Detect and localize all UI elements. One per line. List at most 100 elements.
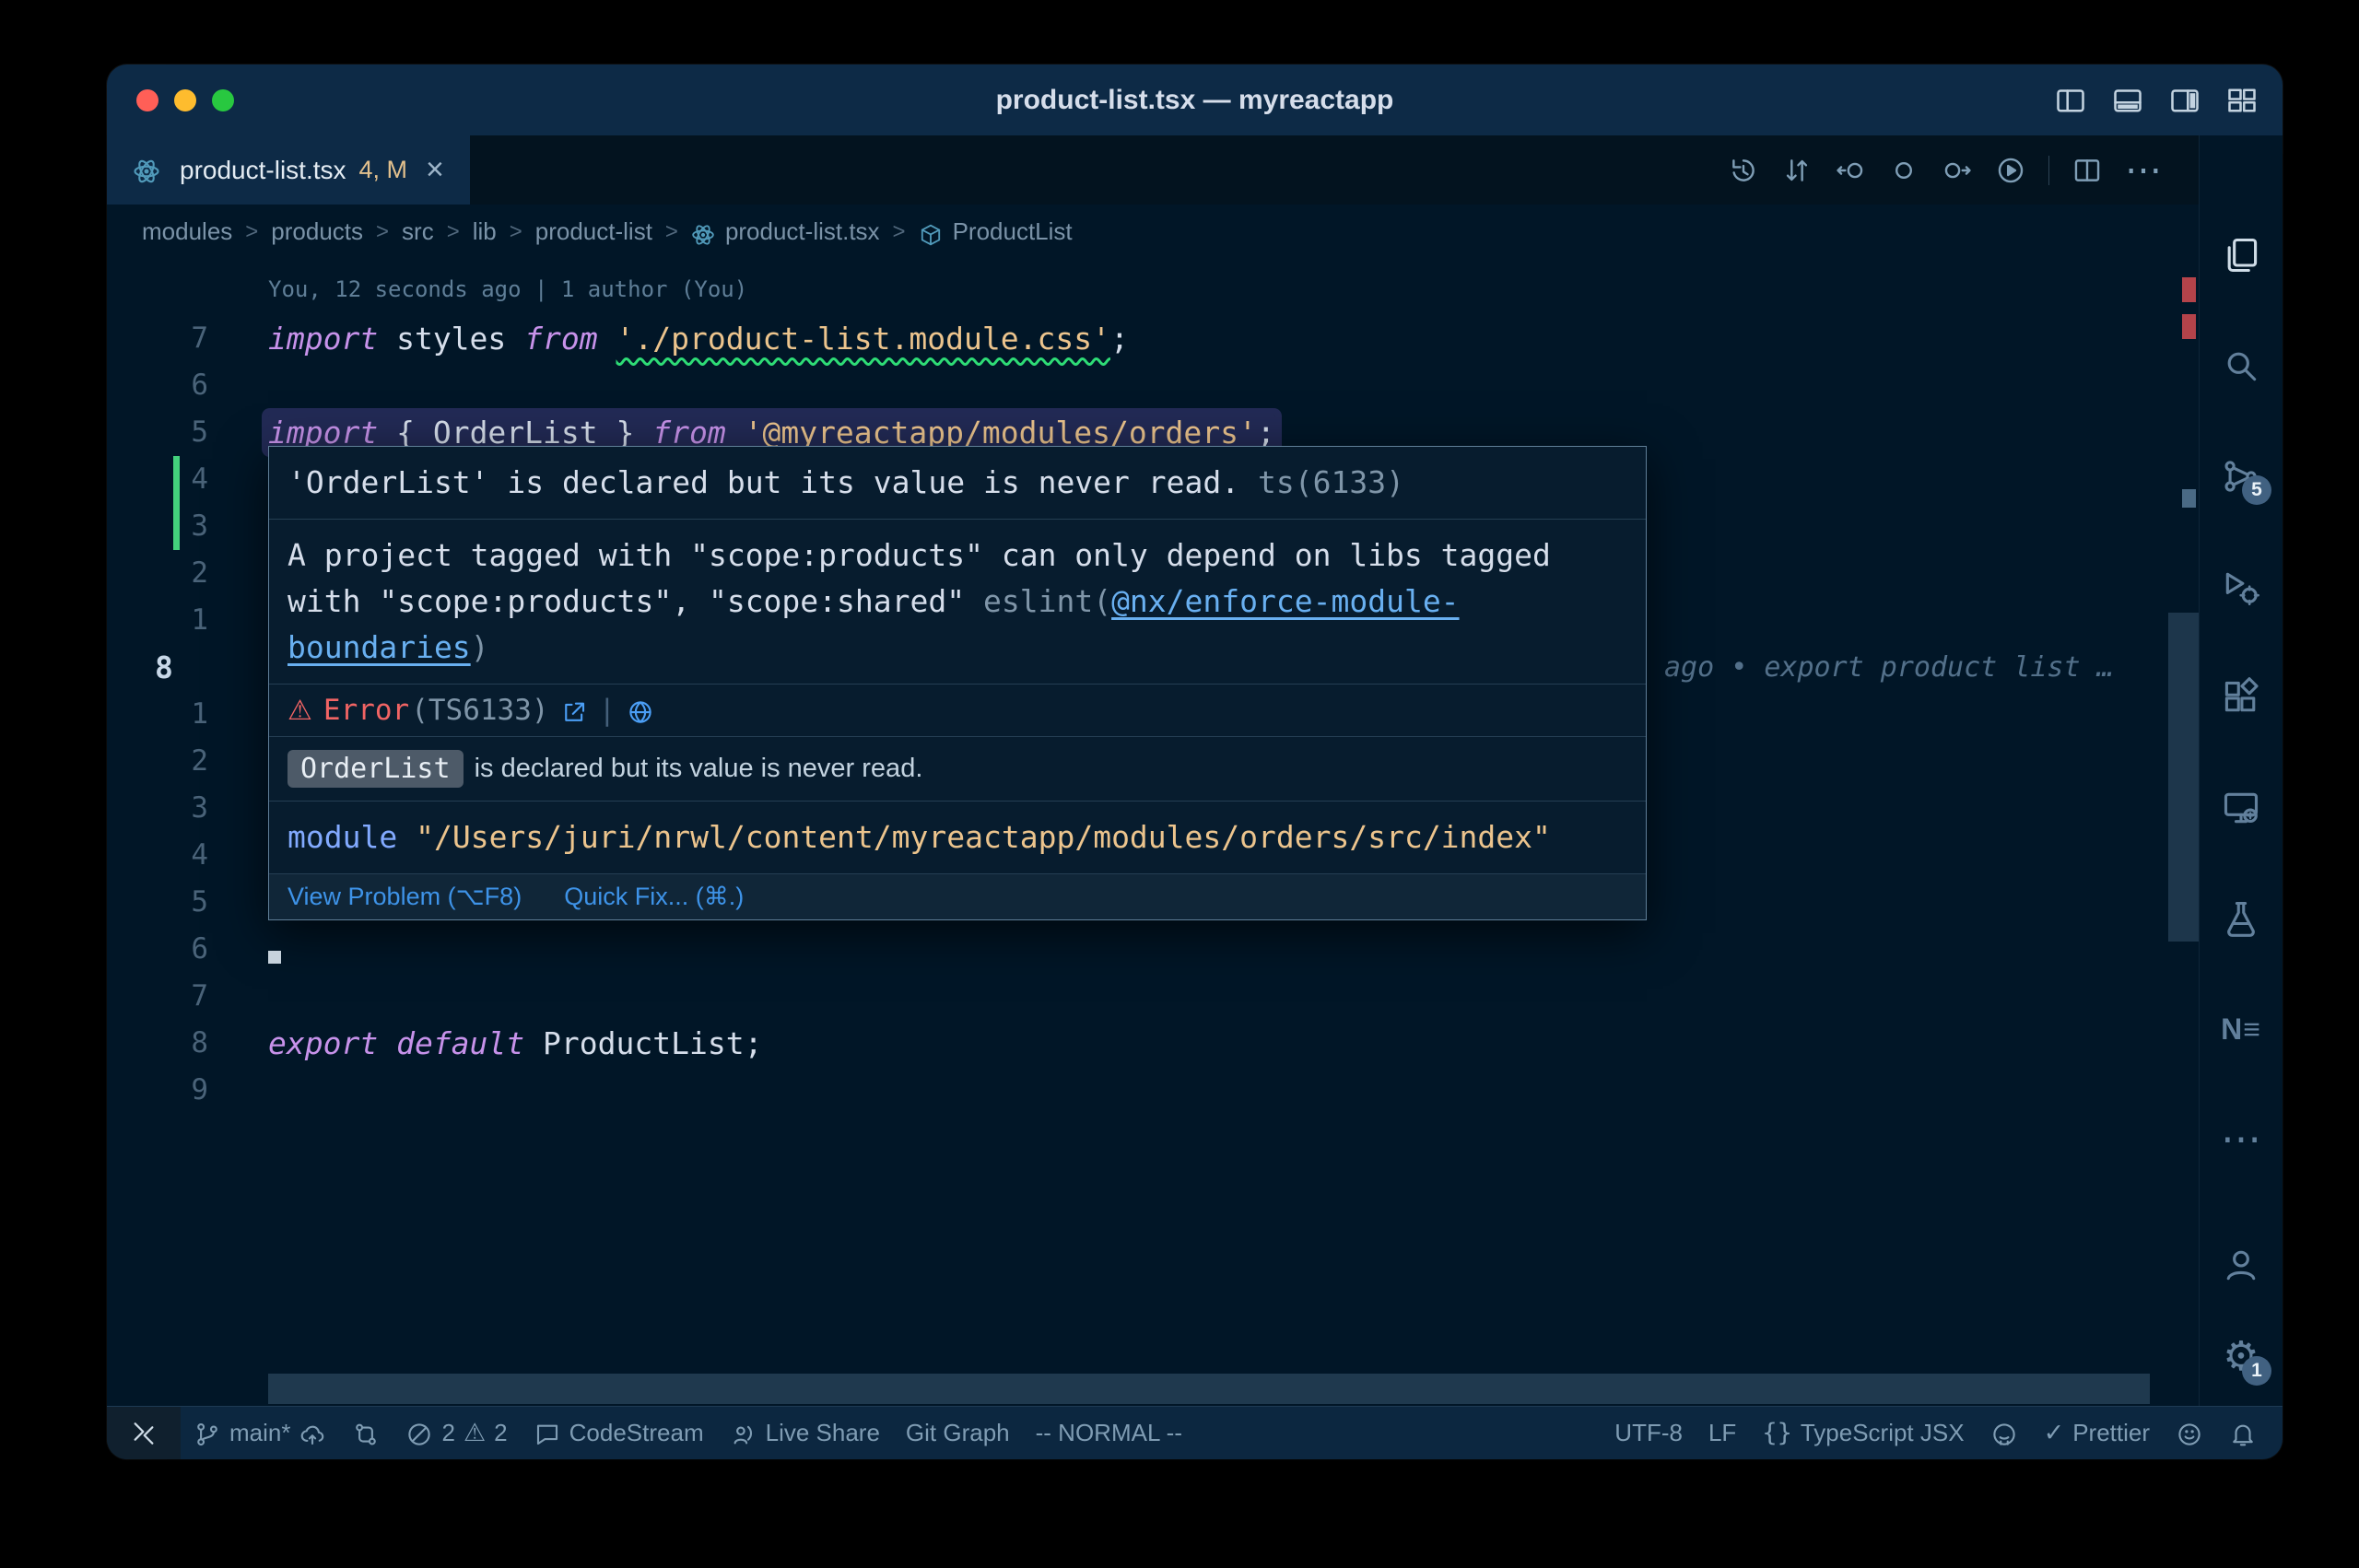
globe-icon[interactable] (627, 694, 654, 727)
line-number[interactable]: 5 (107, 409, 208, 456)
gitlens-codelens[interactable]: You, 12 seconds ago | 1 author (You) (107, 268, 2199, 315)
testing-beaker-icon[interactable] (2220, 897, 2262, 940)
run-debug-icon[interactable] (2220, 566, 2262, 608)
extensions-icon[interactable] (2220, 676, 2262, 719)
line-number[interactable]: 4 (107, 456, 208, 503)
code-line-content[interactable]: import styles from './product-list.modul… (208, 315, 2199, 362)
breadcrumb-products[interactable]: products (271, 217, 363, 246)
open-changes-icon[interactable] (1781, 155, 1813, 186)
severity-code: (TS6133) (411, 694, 548, 727)
errors-icon (405, 1418, 433, 1447)
chevron-right-icon: > (376, 219, 389, 245)
symbol-badge: OrderList (288, 750, 464, 788)
line-number[interactable]: 3 (107, 785, 208, 832)
ellipsis-glyph: ⋯ (2221, 1118, 2261, 1161)
breadcrumb-symbol[interactable]: ProductList (919, 217, 1073, 246)
line-number[interactable]: 5 (107, 879, 208, 926)
nx-console-icon[interactable]: N≡ (2220, 1008, 2262, 1050)
open-external-icon[interactable] (560, 694, 588, 727)
code-line-content[interactable] (208, 362, 2199, 409)
line-number[interactable]: 2 (107, 550, 208, 597)
customize-layout-icon[interactable] (2225, 84, 2259, 117)
source-control-graph-icon[interactable]: 5 (2220, 455, 2262, 497)
line-number[interactable]: 7 (107, 973, 208, 1020)
encoding-button[interactable]: UTF-8 (1602, 1407, 1696, 1459)
code-line-content[interactable] (208, 926, 2199, 973)
split-editor-icon[interactable] (2071, 155, 2103, 186)
line-number[interactable]: 6 (107, 362, 208, 409)
breadcrumb-lib[interactable]: lib (473, 217, 497, 246)
view-problem-link[interactable]: View Problem (⌥F8) (288, 883, 522, 911)
line-number[interactable]: 2 (107, 738, 208, 785)
more-actions-icon[interactable]: ⋯ (2125, 155, 2162, 186)
accounts-icon[interactable] (2220, 1244, 2262, 1286)
line-number[interactable]: 8 (107, 1020, 208, 1067)
github-button[interactable] (1978, 1407, 2031, 1459)
history-icon[interactable] (1728, 155, 1759, 186)
line-number[interactable]: 1 (107, 691, 208, 738)
branch-button[interactable]: main* (181, 1407, 339, 1459)
feedback-button[interactable] (2163, 1407, 2216, 1459)
quick-fix-link[interactable]: Quick Fix... (⌘.) (564, 883, 744, 911)
close-tab-icon[interactable]: × (426, 152, 444, 188)
encoding-label: UTF-8 (1614, 1419, 1683, 1447)
notifications-button[interactable] (2216, 1407, 2270, 1459)
chevron-right-icon: > (665, 219, 678, 245)
breadcrumb-src[interactable]: src (402, 217, 434, 246)
toggle-primary-sidebar-icon[interactable] (2054, 84, 2087, 117)
zoom-window-button[interactable] (212, 89, 234, 111)
line-number[interactable]: 1 (107, 597, 208, 644)
popup-resize-handle[interactable] (268, 951, 281, 964)
code-line-content[interactable] (208, 1067, 2199, 1114)
titlebar: product-list.tsx — myreactapp (107, 64, 2283, 135)
remote-window-button[interactable] (107, 1407, 181, 1459)
explorer-icon[interactable] (2220, 234, 2262, 276)
hover-rule-source-prefix: eslint( (983, 583, 1111, 619)
search-icon[interactable] (2220, 345, 2262, 387)
breadcrumb-symbol-label: ProductList (953, 217, 1073, 246)
git-graph-button[interactable]: Git Graph (893, 1407, 1023, 1459)
problems-button[interactable]: 2 ⚠ 2 (393, 1407, 520, 1459)
code-line-content[interactable] (208, 973, 2199, 1020)
toggle-secondary-sidebar-icon[interactable] (2168, 84, 2201, 117)
eol-button[interactable]: LF (1696, 1407, 1749, 1459)
live-share-icon (730, 1418, 757, 1447)
git-compare-icon (352, 1418, 380, 1447)
tab-product-list[interactable]: product-list.tsx 4, M × (107, 135, 470, 205)
current-line-number[interactable]: 8 (107, 644, 208, 691)
source-control-badge: 5 (2242, 475, 2271, 505)
check-icon: ✓ (2044, 1419, 2065, 1447)
next-revision-icon[interactable] (1942, 155, 1973, 186)
code-line-content[interactable]: export default ProductList; (208, 1020, 2199, 1067)
minimize-window-button[interactable] (174, 89, 196, 111)
live-share-button[interactable]: Live Share (717, 1407, 893, 1459)
vim-mode-indicator[interactable]: -- NORMAL -- (1023, 1407, 1195, 1459)
remote-explorer-icon[interactable] (2220, 787, 2262, 829)
more-views-icon[interactable]: ⋯ (2220, 1118, 2262, 1161)
run-code-icon[interactable] (1995, 155, 2026, 186)
codestream-button[interactable]: CodeStream (521, 1407, 717, 1459)
close-window-button[interactable] (136, 89, 158, 111)
toggle-panel-icon[interactable] (2111, 84, 2144, 117)
line-number[interactable]: 7 (107, 315, 208, 362)
breadcrumb-modules[interactable]: modules (142, 217, 232, 246)
line-number[interactable]: 4 (107, 832, 208, 879)
language-mode-button[interactable]: {} TypeScript JSX (1749, 1407, 1977, 1459)
breadcrumb-file[interactable]: product-list.tsx (691, 217, 880, 246)
hover-title: 'OrderList' is declared but its value is… (288, 464, 1239, 500)
warning-count: 2 (494, 1419, 507, 1447)
line-number[interactable]: 6 (107, 926, 208, 973)
prettier-button[interactable]: ✓ Prettier (2031, 1407, 2163, 1459)
line-number[interactable]: 9 (107, 1067, 208, 1114)
vertical-scrollbar-thumb[interactable] (2168, 613, 2199, 942)
hover-title-source: ts(6133) (1258, 464, 1404, 500)
settings-gear-icon[interactable]: ⚙1 (2220, 1336, 2262, 1378)
chevron-right-icon: > (245, 219, 258, 245)
line-number[interactable]: 3 (107, 503, 208, 550)
gitlens-compare-button[interactable] (339, 1407, 393, 1459)
revision-picker-icon[interactable] (1888, 155, 1919, 186)
horizontal-scrollbar-thumb[interactable] (268, 1374, 2150, 1404)
breadcrumb-product-list[interactable]: product-list (535, 217, 652, 246)
previous-revision-icon[interactable] (1835, 155, 1866, 186)
code-line: 7 (107, 973, 2199, 1020)
